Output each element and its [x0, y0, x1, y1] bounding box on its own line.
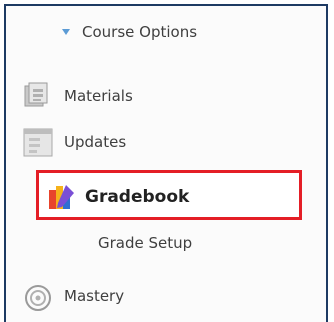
- panel-edge: [328, 4, 334, 318]
- sidebar-item-label: Grade Setup: [98, 234, 193, 252]
- gradebook-icon: [45, 181, 77, 213]
- highlight-box: Gradebook: [36, 170, 302, 220]
- sidebar-item-label: Mastery: [64, 287, 125, 305]
- course-options-label: Course Options: [82, 23, 198, 41]
- sidebar-item-mastery[interactable]: Mastery: [22, 278, 124, 314]
- sidebar-item-updates[interactable]: Updates: [22, 124, 126, 160]
- mastery-icon: [22, 280, 54, 312]
- sidebar-item-label: Updates: [64, 133, 127, 151]
- sidebar-item-label: Materials: [64, 87, 133, 105]
- sidebar-panel: [4, 4, 328, 322]
- sidebar-item-materials[interactable]: Materials: [22, 78, 133, 114]
- materials-icon: [22, 80, 54, 112]
- sidebar-subitem-grade-setup[interactable]: Grade Setup: [98, 234, 192, 252]
- collapse-triangle-icon: [62, 29, 70, 35]
- sidebar-item-label: Gradebook: [85, 187, 190, 207]
- updates-icon: [22, 126, 54, 158]
- sidebar-item-gradebook[interactable]: Gradebook: [45, 179, 189, 215]
- course-options-toggle[interactable]: Course Options: [62, 21, 197, 43]
